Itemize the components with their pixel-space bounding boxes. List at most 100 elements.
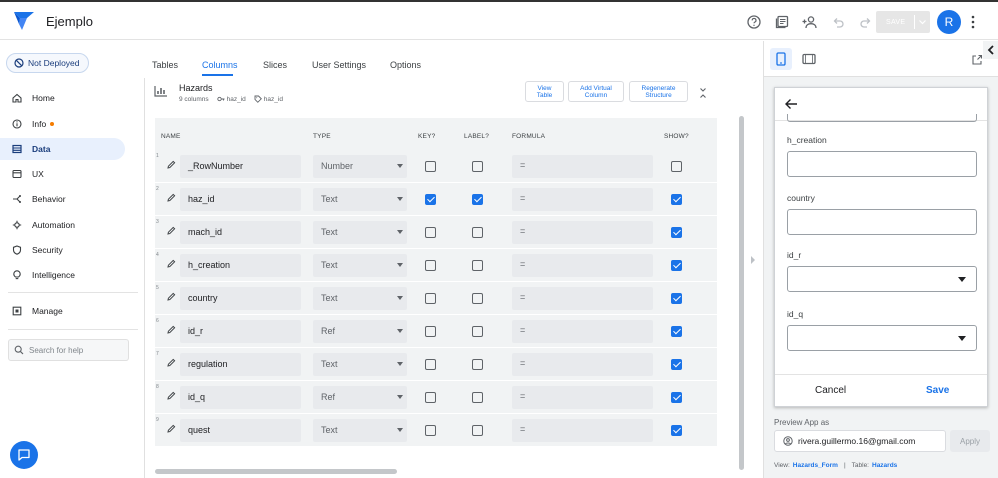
sidebar-item-data[interactable]: Data <box>0 138 125 160</box>
tablet-device-button[interactable] <box>798 48 820 70</box>
edit-pencil-icon[interactable] <box>167 259 176 268</box>
formula-input[interactable]: = <box>512 188 653 211</box>
column-name-input[interactable]: _RowNumber <box>180 155 301 178</box>
tab-slices[interactable]: Slices <box>263 60 287 70</box>
sidebar-item-manage[interactable]: Manage <box>0 300 125 322</box>
label-checkbox[interactable] <box>472 425 483 436</box>
column-name-input[interactable]: haz_id <box>180 188 301 211</box>
column-type-select[interactable]: Ref <box>313 386 407 409</box>
edit-pencil-icon[interactable] <box>167 358 176 367</box>
column-type-select[interactable]: Text <box>313 353 407 376</box>
edit-pencil-icon[interactable] <box>167 193 176 202</box>
show-checkbox[interactable] <box>671 227 682 238</box>
appsheet-logo-icon[interactable] <box>14 12 34 30</box>
formula-input[interactable]: = <box>512 320 653 343</box>
key-checkbox[interactable] <box>425 260 436 271</box>
formula-input[interactable]: = <box>512 254 653 277</box>
panel-resize-handle-icon[interactable] <box>750 255 756 265</box>
key-checkbox[interactable] <box>425 194 436 205</box>
show-checkbox[interactable] <box>671 359 682 370</box>
column-type-select[interactable]: Number <box>313 155 407 178</box>
sidebar-item-automation[interactable]: Automation <box>0 214 125 236</box>
formula-input[interactable]: = <box>512 353 653 376</box>
label-checkbox[interactable] <box>472 293 483 304</box>
form-save-button[interactable]: Save <box>926 385 949 396</box>
sidebar-item-intelligence[interactable]: Intelligence <box>0 264 125 286</box>
show-checkbox[interactable] <box>671 260 682 271</box>
form-input-h-creation[interactable] <box>787 151 977 177</box>
show-checkbox[interactable] <box>671 161 682 172</box>
save-button[interactable]: SAVE <box>876 11 930 33</box>
formula-input[interactable]: = <box>512 221 653 244</box>
help-icon[interactable] <box>740 12 768 32</box>
sidebar-item-ux[interactable]: UX <box>0 163 125 185</box>
formula-input[interactable]: = <box>512 419 653 442</box>
tab-columns[interactable]: Columns <box>202 60 238 70</box>
column-type-select[interactable]: Text <box>313 254 407 277</box>
table-link[interactable]: Hazards <box>872 462 897 469</box>
tab-tables[interactable]: Tables <box>152 60 178 70</box>
column-name-input[interactable]: id_q <box>180 386 301 409</box>
edit-pencil-icon[interactable] <box>167 391 176 400</box>
label-checkbox[interactable] <box>472 194 483 205</box>
sidebar-item-security[interactable]: Security <box>0 239 125 261</box>
column-name-input[interactable]: country <box>180 287 301 310</box>
column-name-input[interactable]: quest <box>180 419 301 442</box>
form-field-partial[interactable] <box>787 114 977 122</box>
show-checkbox[interactable] <box>671 392 682 403</box>
column-type-select[interactable]: Ref <box>313 320 407 343</box>
label-checkbox[interactable] <box>472 260 483 271</box>
form-select-id-r[interactable] <box>787 266 977 292</box>
edit-pencil-icon[interactable] <box>167 424 176 433</box>
key-checkbox[interactable] <box>425 293 436 304</box>
preview-email-input[interactable]: rivera.guillermo.16@gmail.com <box>774 430 946 452</box>
key-checkbox[interactable] <box>425 425 436 436</box>
label-checkbox[interactable] <box>472 161 483 172</box>
more-vert-icon[interactable] <box>970 14 976 30</box>
tab-user-settings[interactable]: User Settings <box>312 60 366 70</box>
view-table-button[interactable]: View Table <box>525 81 564 102</box>
chevron-down-icon[interactable] <box>918 16 927 28</box>
avatar[interactable]: R <box>937 10 961 34</box>
edit-pencil-icon[interactable] <box>167 226 176 235</box>
label-checkbox[interactable] <box>472 227 483 238</box>
key-checkbox[interactable] <box>425 359 436 370</box>
key-checkbox[interactable] <box>425 227 436 238</box>
column-name-input[interactable]: id_r <box>180 320 301 343</box>
open-external-icon[interactable] <box>971 54 983 66</box>
tab-options[interactable]: Options <box>390 60 421 70</box>
form-cancel-button[interactable]: Cancel <box>815 385 846 396</box>
collapse-preview-button[interactable] <box>983 41 998 59</box>
column-type-select[interactable]: Text <box>313 188 407 211</box>
label-checkbox[interactable] <box>472 326 483 337</box>
column-type-select[interactable]: Text <box>313 419 407 442</box>
edit-pencil-icon[interactable] <box>167 292 176 301</box>
edit-pencil-icon[interactable] <box>167 325 176 334</box>
edit-pencil-icon[interactable] <box>167 160 176 169</box>
show-checkbox[interactable] <box>671 326 682 337</box>
column-type-select[interactable]: Text <box>313 221 407 244</box>
show-checkbox[interactable] <box>671 194 682 205</box>
show-checkbox[interactable] <box>671 293 682 304</box>
key-checkbox[interactable] <box>425 392 436 403</box>
share-user-icon[interactable] <box>796 12 824 32</box>
form-select-id-q[interactable] <box>787 325 977 351</box>
deploy-status-badge[interactable]: Not Deployed <box>6 53 89 73</box>
label-checkbox[interactable] <box>472 359 483 370</box>
column-type-select[interactable]: Text <box>313 287 407 310</box>
undo-icon[interactable] <box>824 12 852 32</box>
formula-input[interactable]: = <box>512 386 653 409</box>
column-name-input[interactable]: regulation <box>180 353 301 376</box>
label-checkbox[interactable] <box>472 392 483 403</box>
arrow-back-icon[interactable] <box>784 98 798 110</box>
key-checkbox[interactable] <box>425 326 436 337</box>
chat-button[interactable] <box>10 441 38 469</box>
sidebar-item-behavior[interactable]: Behavior <box>0 188 125 210</box>
sidebar-item-info[interactable]: Info <box>0 113 125 135</box>
help-search-input[interactable]: Search for help <box>8 339 129 361</box>
column-name-input[interactable]: mach_id <box>180 221 301 244</box>
documentation-icon[interactable] <box>768 12 796 32</box>
formula-input[interactable]: = <box>512 155 653 178</box>
show-checkbox[interactable] <box>671 425 682 436</box>
column-name-input[interactable]: h_creation <box>180 254 301 277</box>
